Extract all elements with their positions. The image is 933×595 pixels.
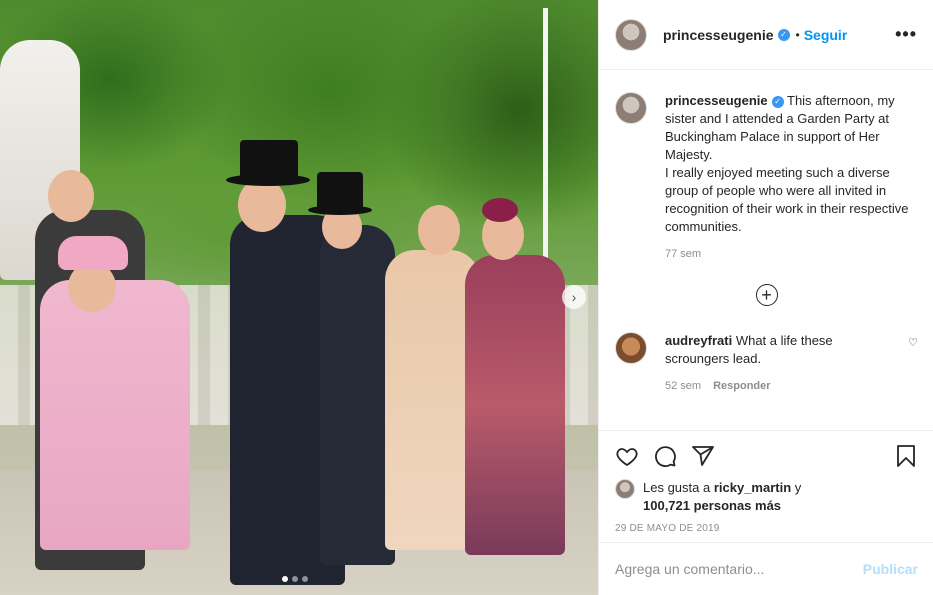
post-photo[interactable]: › (0, 0, 598, 595)
likes-middle: y (794, 480, 802, 495)
photo-person-head (418, 205, 460, 255)
more-options-icon[interactable]: ••• (895, 24, 917, 45)
comment-time: 52 sem (665, 380, 702, 392)
likes-prefix: Les gusta a (643, 480, 711, 495)
caption-row: princesseugenie ✓ This afternoon, my sist… (615, 92, 918, 260)
photo-flagpole (543, 8, 548, 258)
photo-person (40, 280, 190, 550)
separator: • (795, 27, 800, 42)
avatar[interactable] (615, 332, 647, 364)
carousel-dot (292, 576, 298, 582)
comment-meta: 52 sem Responder (665, 380, 918, 392)
comment-bubble-icon[interactable] (653, 444, 677, 468)
reply-button[interactable]: Responder (713, 380, 770, 392)
avatar[interactable] (615, 18, 647, 51)
add-comment-bar: Publicar (599, 542, 933, 595)
post-date[interactable]: 29 DE MAYO DE 2019 (615, 523, 918, 534)
post-username[interactable]: princesseugenie (663, 27, 774, 43)
caption-time: 77 sem (665, 248, 702, 260)
post-header: princesseugenie ✓ • Seguir ••• (599, 0, 933, 70)
bookmark-icon[interactable] (894, 444, 918, 468)
post-actions: Les gusta a ricky_martin y 100,721 perso… (599, 430, 933, 534)
follow-button[interactable]: Seguir (804, 27, 848, 43)
photo-pink-hat (58, 236, 128, 270)
likes-summary: Les gusta a ricky_martin y 100,721 perso… (615, 479, 918, 515)
carousel-dot (302, 576, 308, 582)
action-icons (615, 441, 918, 471)
carousel-next-button[interactable]: › (562, 285, 586, 309)
carousel-dot (282, 576, 288, 582)
verified-badge-icon: ✓ (777, 28, 790, 41)
photo-person (465, 255, 565, 555)
photo-fascinator (482, 198, 518, 222)
photo-top-hat-brim (226, 174, 310, 186)
photo-top-hat-brim (308, 205, 372, 215)
comments-section: princesseugenie ✓ This afternoon, my sist… (599, 70, 933, 430)
avatar[interactable] (615, 92, 647, 124)
likes-count[interactable]: 100,721 personas más (643, 498, 781, 513)
post-sidebar: princesseugenie ✓ • Seguir ••• princesse… (598, 0, 933, 595)
comment-row: audreyfrati What a life these scroungers… (615, 332, 918, 392)
paper-plane-icon[interactable] (691, 444, 715, 468)
plus-circle-icon[interactable]: + (755, 284, 778, 306)
publish-button[interactable]: Publicar (863, 561, 918, 577)
carousel-dots (282, 576, 308, 582)
heart-icon[interactable] (615, 444, 639, 468)
comment-username[interactable]: audreyfrati (665, 333, 732, 348)
verified-badge-icon: ✓ (771, 96, 784, 108)
comment-text: audreyfrati What a life these scroungers… (665, 332, 890, 368)
avatar[interactable] (615, 479, 635, 499)
comment-like-heart-icon[interactable]: ♡ (908, 336, 918, 368)
photo-person (320, 225, 395, 565)
photo-person-head (48, 170, 94, 222)
caption-body-2: I really enjoyed meeting such a diverse … (665, 165, 909, 234)
comment-input[interactable] (615, 561, 863, 577)
caption-username[interactable]: princesseugenie (665, 93, 768, 108)
caption-text: princesseugenie ✓ This afternoon, my sist… (665, 92, 915, 236)
liked-by-user[interactable]: ricky_martin (714, 480, 791, 495)
photo-person-head (238, 178, 286, 232)
